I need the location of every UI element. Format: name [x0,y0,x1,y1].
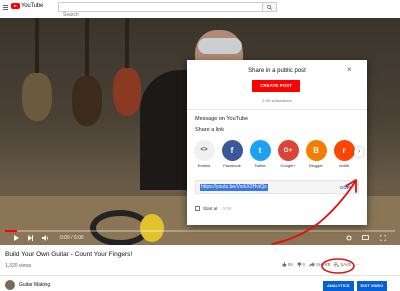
dislike-count: 0 [302,262,306,267]
share-target-label: Blogger [309,163,323,168]
share-target-label: Google+ [280,163,296,168]
channel-buttons: ANALYTICS EDIT VIDEO [323,281,388,291]
more-icon: ··· [355,262,360,267]
share-label: SHARE [316,262,331,267]
progress-bar[interactable] [5,230,395,232]
settings-icon[interactable] [346,235,352,241]
share-url[interactable]: https://youtu.be/VxrkX2HvtQs [200,184,268,191]
dialog-title: Share in a public post [248,68,306,74]
close-icon[interactable]: × [347,66,352,74]
create-post-button[interactable]: CREATE POST [252,80,300,92]
hamburger-menu-icon[interactable] [3,5,8,10]
chevron-right-icon[interactable]: › [354,147,364,157]
channel-name[interactable]: Guitar Making [19,282,50,288]
search-button[interactable] [263,2,277,12]
thumbs-down-icon [297,262,302,267]
share-facebook[interactable]: f Facebook [221,140,243,168]
thumbs-up-icon [282,262,287,267]
start-at-label: Start at [203,206,218,211]
share-google-plus[interactable]: G+ Google+ [277,140,299,168]
safety-goggles [198,38,242,54]
edit-video-button[interactable]: EDIT VIDEO [356,281,388,291]
share-target-label: Facebook [223,163,241,168]
channel-row: Guitar Making [5,280,50,290]
channel-avatar[interactable] [5,280,15,290]
time-display: 0:09 / 5:06 [60,235,84,241]
share-url-box[interactable]: https://youtu.be/VxrkX2HvtQs COPY [195,180,359,194]
video-title: Build Your Own Guitar - Count Your Finge… [5,251,133,258]
like-count: 59 [288,262,293,267]
share-target-label: reddit [338,163,349,168]
start-at-checkbox[interactable] [195,206,200,211]
twitter-icon: t [249,140,271,161]
volume-icon[interactable] [42,235,49,241]
player-controls: 0:09 / 5:06 [0,230,400,245]
logo-text: YouTube [21,3,44,9]
guitar-body [22,73,52,121]
message-on-youtube-link[interactable]: Message on YouTube [195,116,248,122]
youtube-logo[interactable]: YouTube [11,3,43,9]
guitar-body [113,68,141,116]
video-actions: 59 0 SHARE SAVE ··· [282,262,360,267]
dislike-button[interactable]: 0 [297,262,305,267]
youtube-play-icon [11,3,20,9]
facebook-icon: f [221,140,243,161]
play-icon[interactable] [14,235,19,241]
search-icon [267,5,272,10]
blogger-icon: B [305,140,327,161]
share-embed[interactable]: <> Embed [193,140,215,168]
share-targets: <> Embed f Facebook t Twitter G+ Google+… [193,140,367,170]
view-count: 1,320 views [5,263,32,269]
theater-mode-icon[interactable] [362,235,369,240]
subscriber-count: 2.9K subscribers [262,98,292,103]
search-box[interactable] [58,2,263,19]
more-actions-button[interactable]: ··· [355,262,359,267]
guitar-neck [85,18,89,80]
share-arrow-icon [309,262,316,267]
share-link-heading: Share a link [195,127,225,133]
fullscreen-icon[interactable] [380,235,386,241]
like-button[interactable]: 59 [282,262,293,267]
share-twitter[interactable]: t Twitter [249,140,271,168]
next-icon[interactable] [28,235,33,241]
divider [0,275,400,276]
progress-fill [5,230,17,232]
share-button[interactable]: SHARE [309,262,330,267]
top-bar: YouTube [0,0,400,19]
guitar-neck [35,18,39,78]
share-target-label: Embed [197,163,211,168]
share-target-label: Twitter [254,163,266,168]
divider [187,109,367,110]
embed-icon: <> [193,140,215,161]
guitar-body [72,76,102,126]
guitar-neck [125,18,129,73]
copy-button[interactable]: COPY [340,185,353,190]
share-dialog: Share in a public post × CREATE POST 2.9… [187,60,367,225]
playlist-add-icon [334,262,340,267]
share-reddit[interactable]: r reddit [333,140,355,168]
analytics-button[interactable]: ANALYTICS [323,281,354,291]
google-plus-icon: G+ [277,140,299,161]
start-at-row: Start at 0:09 [195,206,231,211]
save-button[interactable]: SAVE [334,262,351,267]
start-at-time[interactable]: 0:09 [223,206,232,211]
save-label: SAVE [340,262,352,267]
share-blogger[interactable]: B Blogger [305,140,327,168]
reddit-icon: r [333,140,355,161]
